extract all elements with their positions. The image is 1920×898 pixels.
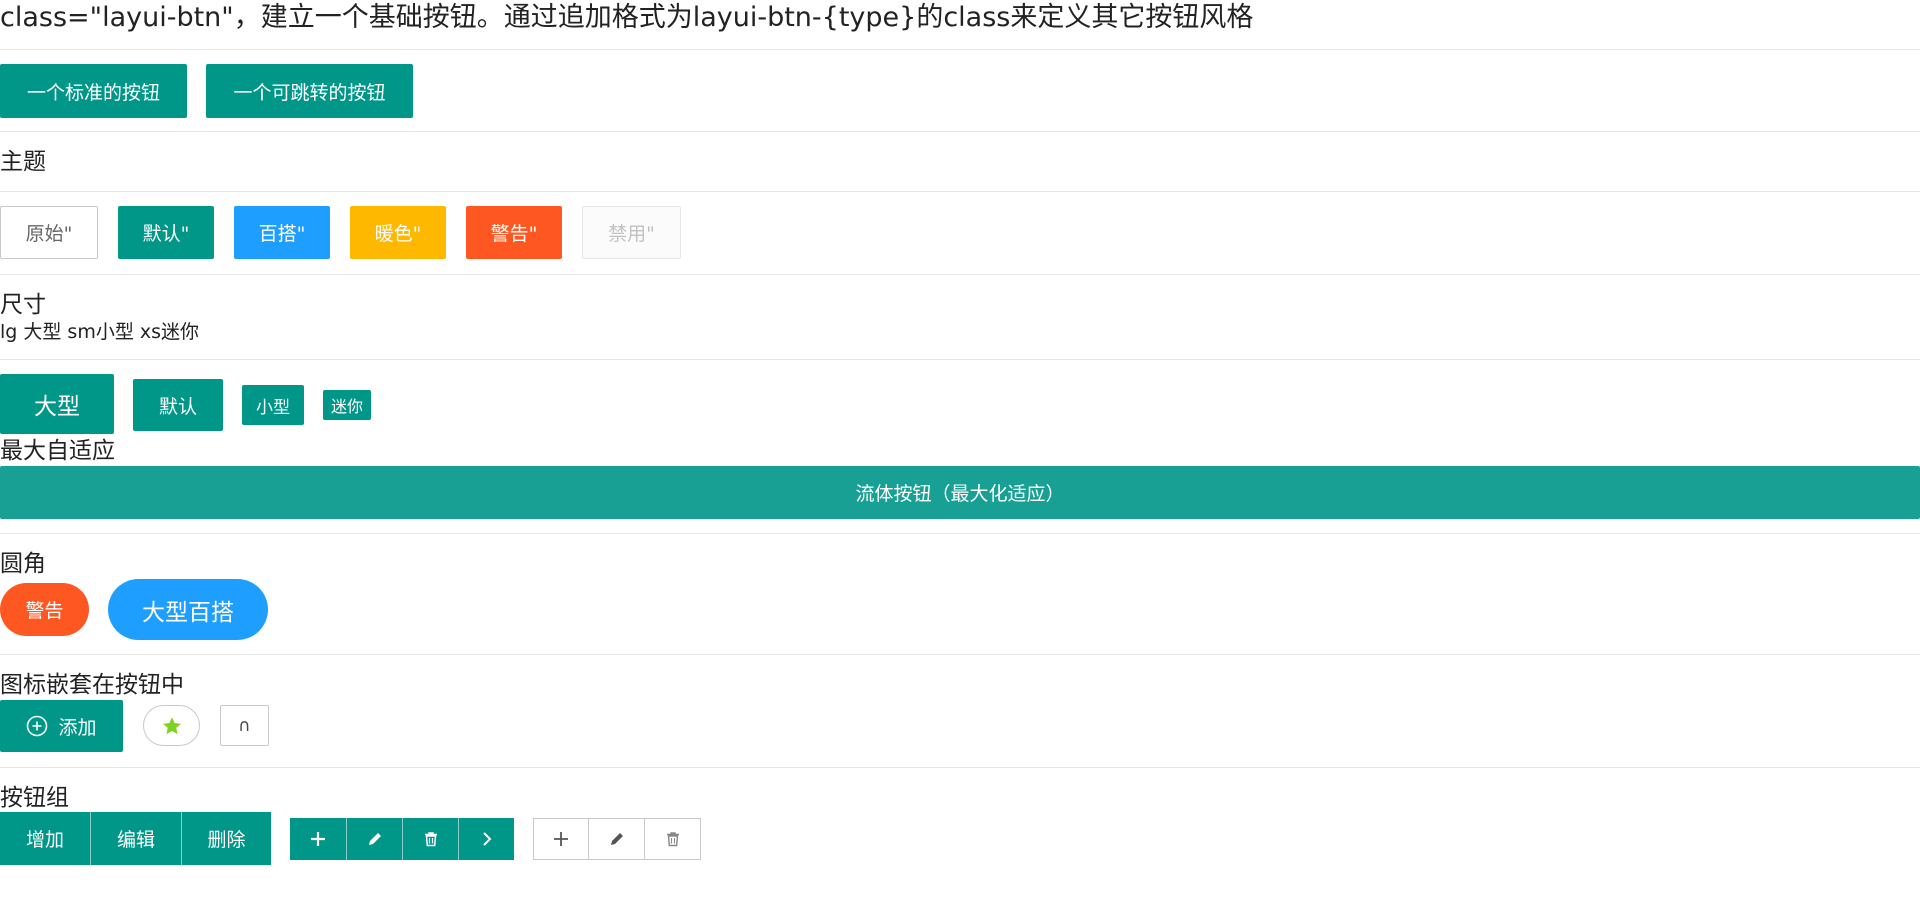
edit-icon [366, 830, 384, 848]
icon-button-group [290, 818, 514, 860]
radius-heading: 圆角 [0, 551, 46, 577]
trash-icon [664, 830, 682, 848]
light-trash-button[interactable] [645, 818, 701, 860]
fluid-button[interactable]: 流体按钮（最大化适应） [0, 466, 1920, 519]
group-edit-icon-button[interactable] [346, 818, 402, 860]
unknown-icon-button[interactable]: ∩ [220, 705, 269, 746]
disabled-button: 禁用" [582, 206, 681, 259]
theme-heading: 主题 [0, 149, 46, 175]
group-delete-button[interactable]: 删除 [181, 812, 271, 865]
divider [0, 49, 1920, 50]
divider [0, 131, 1920, 132]
add-button-label: 添加 [58, 716, 97, 739]
star-icon [161, 715, 183, 737]
light-icon-button-group [533, 818, 701, 860]
divider [0, 274, 1920, 275]
trash-icon [422, 830, 440, 848]
primary-button[interactable]: 原始" [0, 206, 98, 259]
light-plus-button[interactable] [533, 818, 589, 860]
standard-button[interactable]: 一个标准的按钮 [0, 64, 187, 118]
chevron-right-icon [478, 830, 496, 848]
link-button[interactable]: 一个可跳转的按钮 [206, 64, 413, 118]
divider [0, 359, 1920, 360]
text-button-group: 增加 编辑 删除 [0, 812, 271, 865]
divider [0, 654, 1920, 655]
intro-text: class="layui-btn"，建立一个基础按钮。通过追加格式为layui-… [0, 2, 1254, 33]
plus-icon [551, 829, 571, 849]
add-button[interactable]: 添加 [0, 700, 123, 752]
normal-button[interactable]: 百搭" [234, 206, 330, 259]
group-plus-button[interactable] [290, 818, 346, 860]
edit-icon [608, 830, 626, 848]
group-edit-button[interactable]: 编辑 [90, 812, 181, 865]
light-edit-button[interactable] [589, 818, 645, 860]
add-circle-icon [26, 715, 48, 737]
fluid-heading: 最大自适应 [0, 438, 115, 464]
default-size-button[interactable]: 默认 [133, 379, 223, 431]
star-button[interactable] [143, 705, 200, 746]
group-next-button[interactable] [458, 818, 514, 860]
size-description: lg 大型 sm小型 xs迷你 [0, 321, 200, 343]
divider [0, 767, 1920, 768]
unknown-glyph-icon: ∩ [238, 715, 251, 736]
group-add-button[interactable]: 增加 [0, 812, 90, 865]
radius-danger-button[interactable]: 警告 [0, 583, 89, 636]
groups-heading: 按钮组 [0, 785, 69, 811]
small-button[interactable]: 小型 [242, 385, 304, 425]
plus-icon [308, 829, 328, 849]
mini-button[interactable]: 迷你 [323, 390, 371, 420]
group-trash-button[interactable] [402, 818, 458, 860]
divider [0, 191, 1920, 192]
divider [0, 533, 1920, 534]
radius-large-normal-button[interactable]: 大型百搭 [108, 579, 268, 640]
large-button[interactable]: 大型 [0, 374, 114, 434]
size-heading: 尺寸 [0, 292, 46, 318]
icons-heading: 图标嵌套在按钮中 [0, 672, 184, 698]
page: class="layui-btn"，建立一个基础按钮。通过追加格式为layui-… [0, 0, 1920, 898]
default-button[interactable]: 默认" [118, 206, 214, 259]
danger-button[interactable]: 警告" [466, 206, 562, 259]
warm-button[interactable]: 暖色" [350, 206, 446, 259]
